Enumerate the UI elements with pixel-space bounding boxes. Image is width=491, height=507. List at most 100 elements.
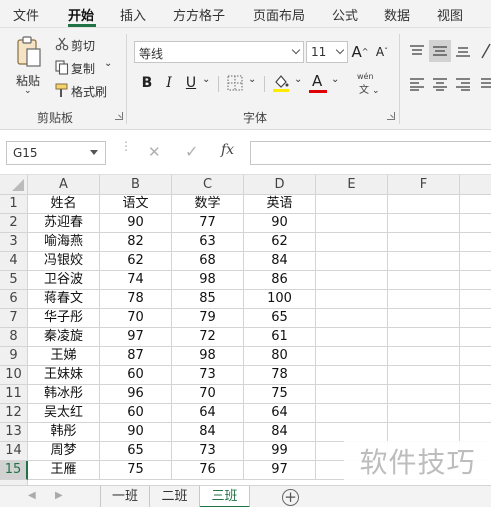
table-cell[interactable]: 68 [172, 252, 244, 271]
row-header[interactable]: 4 [0, 252, 28, 271]
table-cell[interactable]: 62 [100, 252, 172, 271]
table-cell[interactable] [316, 385, 388, 404]
table-cell[interactable] [460, 309, 491, 328]
table-cell[interactable] [316, 328, 388, 347]
border-dropdown-icon[interactable]: ⌄ [248, 74, 256, 85]
grow-font-button[interactable]: A^ [349, 41, 371, 63]
add-sheet-button[interactable]: + [282, 489, 299, 506]
table-cell[interactable]: 63 [172, 233, 244, 252]
confirm-entry-icon[interactable]: ✓ [185, 142, 198, 161]
table-cell[interactable] [316, 195, 388, 214]
copy-button[interactable]: 复制 [71, 60, 95, 77]
format-painter-button[interactable]: 格式刷 [71, 83, 107, 100]
font-launcher-icon[interactable] [387, 112, 395, 120]
row-header[interactable]: 13 [0, 423, 28, 442]
table-cell[interactable] [388, 423, 460, 442]
row-header[interactable]: 2 [0, 214, 28, 233]
tab-view[interactable]: 视图 [437, 5, 463, 24]
row-header[interactable]: 15 [0, 461, 28, 480]
table-cell[interactable]: 70 [100, 309, 172, 328]
fill-color-dropdown-icon[interactable]: ⌄ [294, 74, 302, 85]
table-cell[interactable] [388, 290, 460, 309]
table-cell[interactable] [316, 252, 388, 271]
row-header[interactable]: 12 [0, 404, 28, 423]
table-cell[interactable] [388, 309, 460, 328]
table-cell[interactable]: 84 [172, 423, 244, 442]
column-header-b[interactable]: B [100, 175, 172, 195]
table-cell[interactable]: 84 [244, 252, 316, 271]
underline-dropdown-icon[interactable]: ⌄ [202, 74, 210, 85]
row-header[interactable]: 6 [0, 290, 28, 309]
table-cell[interactable]: 99 [244, 442, 316, 461]
table-cell[interactable]: 72 [172, 328, 244, 347]
underline-button[interactable]: U [180, 72, 202, 94]
table-cell[interactable]: 76 [172, 461, 244, 480]
table-cell[interactable]: 97 [244, 461, 316, 480]
table-cell[interactable]: 蒋春文 [28, 290, 100, 309]
align-right-icon[interactable] [455, 77, 471, 91]
table-cell[interactable] [316, 347, 388, 366]
sheet-tab-class3[interactable]: 三班 [200, 486, 250, 507]
row-header[interactable]: 8 [0, 328, 28, 347]
table-cell[interactable] [388, 366, 460, 385]
table-cell[interactable]: 王妹妹 [28, 366, 100, 385]
table-cell[interactable] [388, 233, 460, 252]
table-cell[interactable]: 62 [244, 233, 316, 252]
table-cell[interactable]: 韩彤 [28, 423, 100, 442]
column-header-a[interactable]: A [28, 175, 100, 195]
formula-input[interactable] [250, 141, 491, 165]
font-size-select[interactable]: 11 [306, 41, 348, 63]
table-cell[interactable] [460, 214, 491, 233]
table-cell[interactable]: 90 [100, 423, 172, 442]
table-cell[interactable]: 90 [100, 214, 172, 233]
tab-file[interactable]: 文件 [13, 5, 39, 24]
table-cell[interactable] [316, 404, 388, 423]
copy-dropdown-icon[interactable]: ⌄ [104, 58, 112, 69]
table-cell[interactable]: 吴太红 [28, 404, 100, 423]
table-cell[interactable]: 97 [100, 328, 172, 347]
sheet-tab-class1[interactable]: 一班 [100, 486, 150, 507]
tab-home[interactable]: 开始 [68, 5, 94, 24]
tab-data[interactable]: 数据 [384, 5, 410, 24]
row-header[interactable]: 10 [0, 366, 28, 385]
font-name-select[interactable]: 等线 [134, 41, 304, 63]
tab-formulas[interactable]: 公式 [332, 5, 358, 24]
table-cell[interactable]: 100 [244, 290, 316, 309]
cancel-entry-icon[interactable]: ✕ [148, 143, 161, 161]
orientation-icon[interactable] [480, 42, 491, 60]
table-cell[interactable]: 语文 [100, 195, 172, 214]
table-cell[interactable] [388, 404, 460, 423]
table-cell[interactable] [460, 271, 491, 290]
table-cell[interactable] [388, 328, 460, 347]
table-cell[interactable]: 80 [244, 347, 316, 366]
paste-button[interactable]: 粘贴 ⌄ [8, 34, 48, 104]
table-cell[interactable]: 65 [244, 309, 316, 328]
align-center-icon[interactable] [432, 77, 448, 91]
table-cell[interactable]: 卫谷波 [28, 271, 100, 290]
table-cell[interactable]: 64 [172, 404, 244, 423]
align-top-icon[interactable] [409, 44, 425, 58]
table-cell[interactable]: 78 [100, 290, 172, 309]
table-cell[interactable]: 90 [244, 214, 316, 233]
tab-insert[interactable]: 插入 [120, 5, 146, 24]
font-color-dropdown-icon[interactable]: ⌄ [331, 74, 339, 85]
table-cell[interactable]: 77 [172, 214, 244, 233]
table-cell[interactable]: 姓名 [28, 195, 100, 214]
table-cell[interactable]: 78 [244, 366, 316, 385]
table-cell[interactable]: 60 [100, 366, 172, 385]
table-cell[interactable] [460, 385, 491, 404]
table-cell[interactable]: 喻海燕 [28, 233, 100, 252]
scroll-left-icon[interactable]: ◀ [28, 490, 36, 501]
table-cell[interactable]: 70 [172, 385, 244, 404]
table-cell[interactable]: 74 [100, 271, 172, 290]
italic-button[interactable]: I [158, 72, 180, 94]
table-cell[interactable]: 73 [172, 442, 244, 461]
table-cell[interactable] [460, 404, 491, 423]
table-cell[interactable] [460, 328, 491, 347]
table-cell[interactable] [388, 252, 460, 271]
table-cell[interactable] [316, 309, 388, 328]
table-cell[interactable]: 秦凌旋 [28, 328, 100, 347]
phonetic-dropdown-icon[interactable]: ⌄ [372, 86, 380, 96]
table-cell[interactable]: 64 [244, 404, 316, 423]
shrink-font-button[interactable]: Aˇ [371, 41, 393, 63]
